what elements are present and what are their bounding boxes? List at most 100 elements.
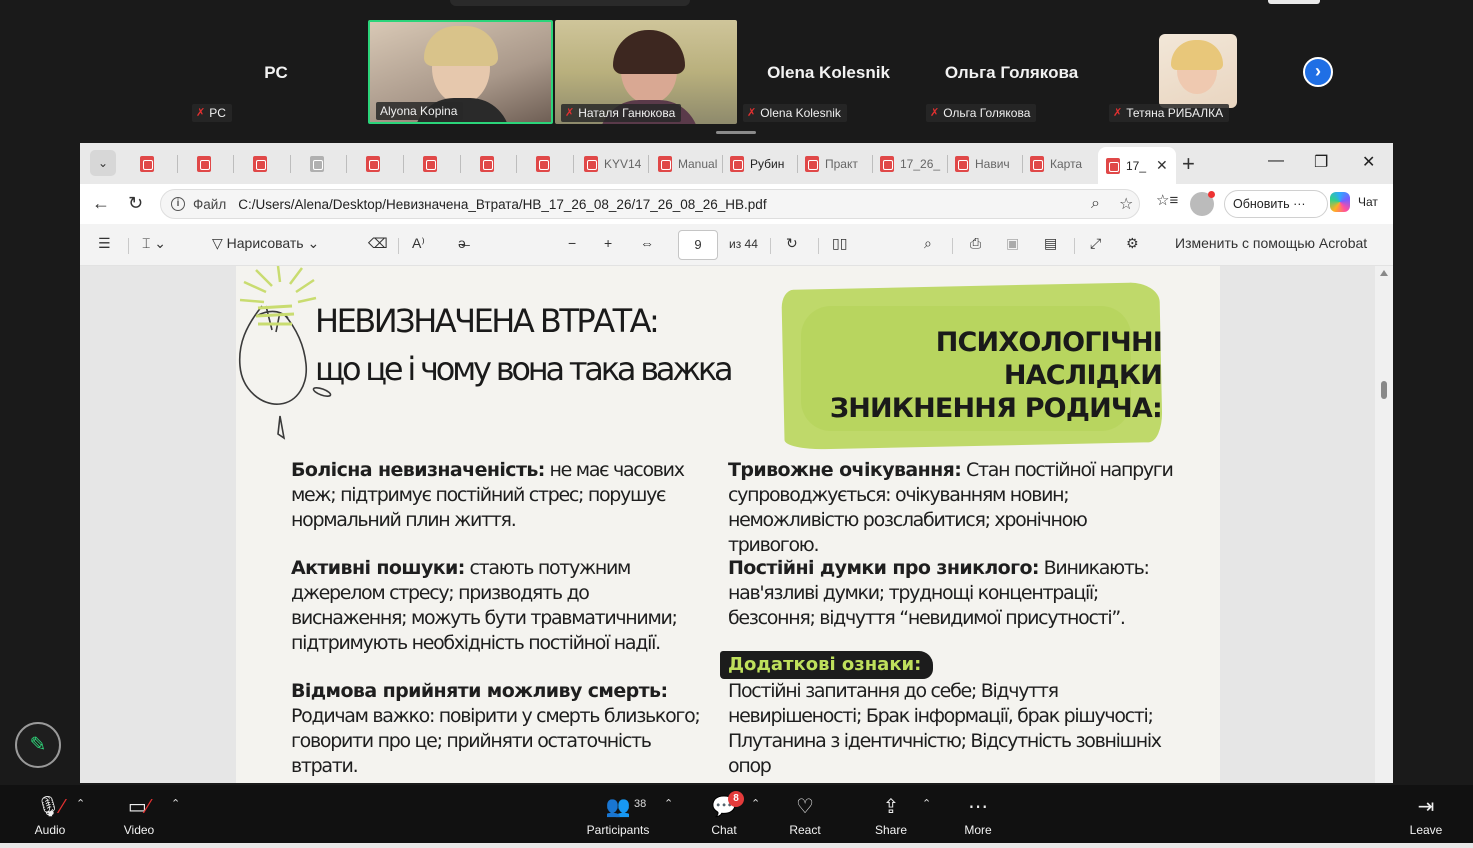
tab-pdf[interactable] — [423, 153, 443, 175]
url-text: C:/Users/Alena/Desktop/Невизначена_Втрат… — [238, 196, 767, 212]
page-view-icon[interactable]: ▯▯ — [832, 235, 847, 252]
url-field[interactable]: i Файл C:/Users/Alena/Desktop/Невизначен… — [160, 189, 1140, 219]
block-heading: Болісна невизначеність: — [291, 459, 545, 481]
tab-kyv[interactable]: KYV14 — [584, 153, 644, 175]
participant-tag-label: Olena Kolesnik — [760, 106, 841, 120]
new-tab-plus-icon[interactable]: + — [1182, 151, 1195, 177]
fit-width-icon[interactable]: ⇔ — [640, 235, 654, 251]
pdf-page: НЕВИЗНАЧЕНА ВТРАТА: що це і чому вона та… — [236, 266, 1220, 783]
video-options-caret-icon[interactable]: ⌃ — [171, 797, 180, 810]
tab-pdf[interactable] — [197, 153, 217, 175]
save-as-icon[interactable]: ▤ — [1044, 235, 1057, 252]
tab-pdf[interactable] — [253, 153, 273, 175]
search-icon[interactable]: ⌕ — [924, 235, 932, 252]
more-dots-icon[interactable]: ··· — [1293, 197, 1306, 211]
rotate-icon[interactable]: ↻ — [786, 235, 798, 252]
edit-with-acrobat-button[interactable]: Изменить с помощью Acrobat — [1175, 235, 1367, 251]
tab-manual[interactable]: Manual — [658, 153, 720, 175]
save-icon[interactable]: ▣ — [1006, 235, 1019, 252]
participants-options-caret-icon[interactable]: ⌃ — [664, 797, 673, 810]
back-arrow-icon[interactable]: ← — [92, 193, 110, 214]
tab-prakt[interactable]: Практ — [805, 153, 869, 175]
vertical-scrollbar[interactable] — [1375, 266, 1393, 783]
favorites-list-icon[interactable]: ☆≡ — [1156, 191, 1178, 209]
copilot-chat-button[interactable]: Чат — [1330, 192, 1378, 212]
tab-pdf[interactable] — [140, 153, 160, 175]
annotate-pencil-icon[interactable]: ✎ — [15, 722, 61, 768]
tab-navych[interactable]: Навич — [955, 153, 1019, 175]
leave-door-icon: ⇥ — [1417, 796, 1435, 818]
participants-count: 38 — [634, 798, 647, 810]
participant-tile-pc[interactable]: PC ✗ PC — [186, 20, 366, 124]
tab-active[interactable]: 17_ ✕ — [1098, 147, 1176, 184]
page-title-line1: НЕВИЗНАЧЕНА ВТРАТА: — [315, 302, 660, 340]
video-off-icon: ▭⁄ — [127, 796, 151, 818]
top-pill-button[interactable] — [1268, 0, 1320, 4]
next-page-arrow-icon[interactable]: › — [1303, 57, 1333, 87]
read-aloud-icon[interactable]: A⁾ — [412, 235, 425, 252]
page-total: из 44 — [729, 237, 758, 251]
tab-17-26[interactable]: 17_26_ — [880, 153, 944, 175]
tab-doc[interactable] — [310, 153, 330, 175]
leave-button[interactable]: ⇥ Leave — [1386, 793, 1466, 837]
participant-tag: ✗ Наталя Ганюкова — [561, 104, 682, 122]
zoom-search-icon[interactable]: ⌕ — [1091, 195, 1100, 213]
draw-tool[interactable]: ▽ Нарисовать ⌄ — [212, 235, 319, 252]
block-heading: Тривожне очікування: — [728, 459, 962, 481]
participant-tile-olga[interactable]: Ольга Голякова ✗ Ольга Голякова — [920, 20, 1103, 124]
zoom-out-icon[interactable]: − — [568, 235, 576, 251]
page-number-input[interactable]: 9 — [678, 230, 718, 260]
participant-tag-label: Тетяна РИБАЛКА — [1126, 106, 1224, 120]
participant-tile-tetiana[interactable]: ✗ Тетяна РИБАЛКА — [1103, 20, 1286, 124]
react-button[interactable]: ♡ React — [765, 793, 845, 837]
refresh-icon[interactable]: ↻ — [128, 193, 143, 214]
translate-icon[interactable]: ə̶ — [458, 235, 466, 251]
scrollbar-thumb[interactable] — [1381, 381, 1387, 399]
tab-pdf[interactable] — [366, 153, 386, 175]
tab-karta[interactable]: Карта — [1030, 153, 1094, 175]
browser-tab-bar: ⌄ KYV14 Manual Рубин Практ 17_26_ Навич … — [80, 143, 1393, 184]
contents-list-icon[interactable]: ☰ — [98, 235, 111, 252]
chat-options-caret-icon[interactable]: ⌃ — [751, 797, 760, 810]
chat-unread-badge: 8 — [728, 791, 744, 807]
settings-gear-icon[interactable]: ⚙ — [1126, 235, 1139, 252]
mic-muted-icon: ✗ — [930, 107, 940, 119]
restore-icon[interactable]: ❐ — [1314, 152, 1328, 172]
close-window-icon[interactable]: ✕ — [1362, 152, 1375, 172]
url-scheme: Файл — [193, 196, 227, 212]
participant-tile-olena[interactable]: Olena Kolesnik ✗ Olena Kolesnik — [737, 20, 920, 124]
favorite-star-icon[interactable]: ☆ — [1119, 194, 1133, 214]
tab-list-chevron-icon[interactable]: ⌄ — [90, 150, 116, 176]
update-button[interactable]: Обновить ··· — [1224, 190, 1328, 218]
tab-pdf[interactable] — [480, 153, 500, 175]
share-button[interactable]: ⇪ Share — [851, 793, 931, 837]
minimize-icon[interactable]: — — [1268, 152, 1284, 170]
participant-tile-natalia[interactable]: ✗ Наталя Ганюкова — [555, 20, 737, 124]
top-strip — [0, 0, 1473, 8]
right-heading: ПСИХОЛОГІЧНІ НАСЛІДКИ ЗНИКНЕННЯ РОДИЧА: — [772, 326, 1163, 425]
block-text: Родичам важко: повірити у смерть близько… — [291, 705, 701, 777]
participant-name: PC — [264, 63, 288, 82]
participant-tag: Alyona Kopina — [376, 102, 464, 120]
more-button[interactable]: ⋯ More — [938, 793, 1018, 837]
zoom-in-icon[interactable]: + — [604, 235, 612, 251]
audio-label: Audio — [34, 823, 66, 837]
tab-rubin[interactable]: Рубин — [730, 153, 794, 175]
audio-options-caret-icon[interactable]: ⌃ — [76, 797, 85, 810]
text-block-painful-uncertainty: Болісна невизначеність: не має часових м… — [291, 458, 691, 533]
block-heading: Постійні думки про зниклого: — [728, 557, 1040, 579]
participant-tile-alyona[interactable]: Alyona Kopina — [368, 20, 553, 124]
share-options-caret-icon[interactable]: ⌃ — [922, 797, 931, 810]
print-icon[interactable]: ⎙ — [970, 235, 981, 252]
scroll-up-arrow-icon[interactable] — [1380, 270, 1388, 276]
right-heading-line2: ЗНИКНЕННЯ РОДИЧА: — [829, 393, 1163, 424]
tab-pdf[interactable] — [536, 153, 556, 175]
close-tab-icon[interactable]: ✕ — [1156, 157, 1168, 174]
strip-drag-handle[interactable] — [716, 131, 756, 134]
video-button[interactable]: ▭⁄ Video — [99, 793, 179, 837]
profile-avatar[interactable] — [1190, 191, 1215, 216]
fullscreen-icon[interactable]: ⤢ — [1090, 235, 1101, 252]
eraser-icon[interactable]: ⌫ — [368, 235, 388, 252]
highlight-icon[interactable]: ⌶ ⌄ — [142, 235, 166, 252]
info-icon[interactable]: i — [171, 197, 185, 211]
